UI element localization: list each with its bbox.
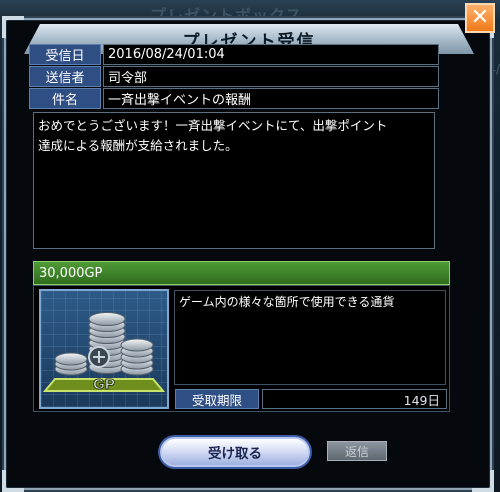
close-x-icon: ✕ [470, 5, 490, 30]
gp-coins-graphic: GP [42, 312, 166, 394]
item-name: 30,000GP [39, 265, 103, 281]
message-line-1: おめでとうございます！一斉出撃イベントにて、出撃ポイント [38, 118, 388, 133]
reply-button[interactable]: 返信 [327, 441, 387, 461]
sender-label: 送信者 [29, 66, 101, 87]
sender-value: 司令部 [103, 66, 439, 87]
frame-corner [2, 470, 24, 492]
date-value: 2016/08/24/01:04 [103, 44, 439, 65]
close-button[interactable]: ✕ [465, 3, 495, 33]
item-name-bar: 30,000GP [33, 261, 450, 285]
info-row-date: 受信日 2016/08/24/01:04 [29, 44, 439, 65]
limit-label: 受取期限 [175, 389, 259, 409]
frame-corner [472, 470, 494, 492]
receive-button[interactable]: 受け取る [160, 437, 310, 467]
info-table: 受信日 2016/08/24/01:04 送信者 司令部 件名 一斉出撃イベント… [29, 44, 439, 110]
gp-icon-label: GP [93, 376, 115, 393]
message-line-2: 達成による報酬が支給されました。 [38, 138, 238, 153]
gp-coins-icon: GP [39, 289, 169, 409]
message-body: おめでとうございます！一斉出撃イベントにて、出撃ポイント 達成による報酬が支給さ… [33, 112, 435, 249]
item-detail-box: GP ゲーム内の様々な箇所で使用できる通貨 受取期限 149日 [33, 285, 450, 412]
limit-value: 149日 [262, 389, 447, 409]
subject-value: 一斉出撃イベントの報酬 [103, 88, 439, 109]
subject-label: 件名 [29, 88, 101, 109]
frame-corner [2, 16, 24, 38]
date-label: 受信日 [29, 44, 101, 65]
item-description: ゲーム内の様々な箇所で使用できる通貨 [174, 290, 446, 385]
info-row-subject: 件名 一斉出撃イベントの報酬 [29, 88, 439, 109]
info-row-sender: 送信者 司令部 [29, 66, 439, 87]
